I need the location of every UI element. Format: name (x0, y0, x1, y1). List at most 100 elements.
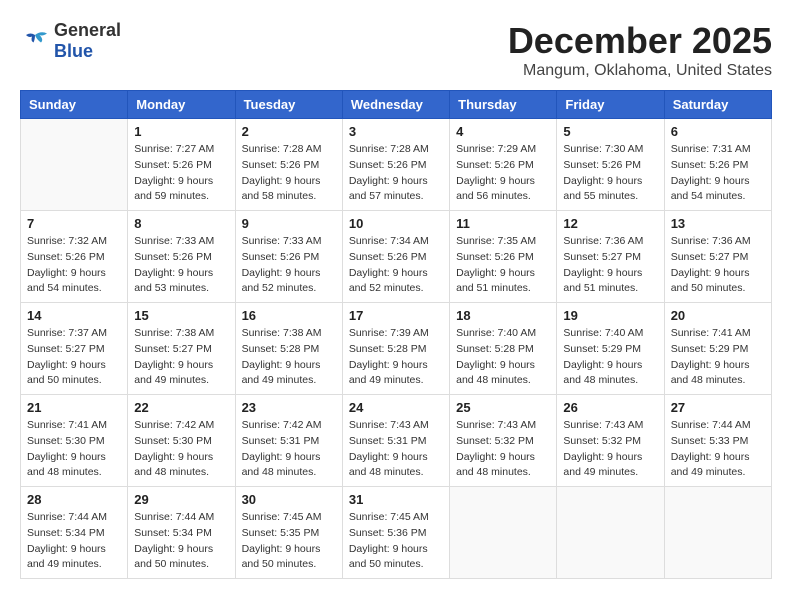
day-info: Sunrise: 7:38 AMSunset: 5:27 PMDaylight:… (134, 326, 228, 389)
calendar-cell: 30Sunrise: 7:45 AMSunset: 5:35 PMDayligh… (235, 487, 342, 579)
page-container: General Blue December 2025 Mangum, Oklah… (20, 20, 772, 579)
calendar-cell: 7 Sunrise: 7:32 AMSunset: 5:26 PMDaylight… (21, 211, 128, 303)
calendar-cell: 16 Sunrise: 7:38 AMSunset: 5:28 PMDayligh… (235, 303, 342, 395)
calendar-cell: 19Sunrise: 7:40 AMSunset: 5:29 PMDayligh… (557, 303, 664, 395)
calendar-cell: 4 Sunrise: 7:29 AMSunset: 5:26 PMDaylight… (450, 119, 557, 211)
calendar-cell (450, 487, 557, 579)
calendar-table: SundayMondayTuesdayWednesdayThursdayFrid… (20, 90, 772, 579)
day-number: 19 (563, 308, 657, 323)
logo-blue: Blue (54, 41, 93, 61)
logo-general: General (54, 20, 121, 40)
calendar-cell: 3Sunrise: 7:28 AMSunset: 5:26 PMDaylight… (342, 119, 449, 211)
day-number: 22 (134, 400, 228, 415)
day-number: 26 (563, 400, 657, 415)
calendar-cell: 9 Sunrise: 7:33 AMSunset: 5:26 PMDaylight… (235, 211, 342, 303)
calendar-cell: 28 Sunrise: 7:44 AMSunset: 5:34 PMDayligh… (21, 487, 128, 579)
header-cell-sunday: Sunday (21, 91, 128, 119)
day-number: 25 (456, 400, 550, 415)
week-row-1: 1 Sunrise: 7:27 AMSunset: 5:26 PMDaylight… (21, 119, 772, 211)
day-info: Sunrise: 7:32 AMSunset: 5:26 PMDaylight:… (27, 234, 121, 297)
day-info: Sunrise: 7:36 AMSunset: 5:27 PMDaylight:… (671, 234, 765, 297)
day-info: Sunrise: 7:39 AMSunset: 5:28 PMDaylight:… (349, 326, 443, 389)
day-info: Sunrise: 7:37 AMSunset: 5:27 PMDaylight:… (27, 326, 121, 389)
calendar-cell: 14 Sunrise: 7:37 AMSunset: 5:27 PMDayligh… (21, 303, 128, 395)
calendar-cell: 2Sunrise: 7:28 AMSunset: 5:26 PMDaylight… (235, 119, 342, 211)
week-row-2: 7 Sunrise: 7:32 AMSunset: 5:26 PMDaylight… (21, 211, 772, 303)
day-info: Sunrise: 7:30 AMSunset: 5:26 PMDaylight:… (563, 142, 657, 205)
day-number: 4 (456, 124, 550, 139)
logo: General Blue (20, 20, 121, 62)
day-number: 27 (671, 400, 765, 415)
calendar-cell: 29Sunrise: 7:44 AMSunset: 5:34 PMDayligh… (128, 487, 235, 579)
day-info: Sunrise: 7:44 AMSunset: 5:33 PMDaylight:… (671, 418, 765, 481)
day-info: Sunrise: 7:27 AMSunset: 5:26 PMDaylight:… (134, 142, 228, 205)
day-number: 16 (242, 308, 336, 323)
day-info: Sunrise: 7:44 AMSunset: 5:34 PMDaylight:… (134, 510, 228, 573)
calendar-cell: 20 Sunrise: 7:41 AMSunset: 5:29 PMDayligh… (664, 303, 771, 395)
day-number: 9 (242, 216, 336, 231)
calendar-cell: 8Sunrise: 7:33 AMSunset: 5:26 PMDaylight… (128, 211, 235, 303)
calendar-cell: 24 Sunrise: 7:43 AMSunset: 5:31 PMDayligh… (342, 395, 449, 487)
header-cell-friday: Friday (557, 91, 664, 119)
calendar-cell: 10 Sunrise: 7:34 AMSunset: 5:26 PMDayligh… (342, 211, 449, 303)
month-title: December 2025 (508, 20, 772, 62)
calendar-cell: 11Sunrise: 7:35 AMSunset: 5:26 PMDayligh… (450, 211, 557, 303)
day-info: Sunrise: 7:38 AMSunset: 5:28 PMDaylight:… (242, 326, 336, 389)
day-number: 1 (134, 124, 228, 139)
day-info: Sunrise: 7:34 AMSunset: 5:26 PMDaylight:… (349, 234, 443, 297)
day-number: 24 (349, 400, 443, 415)
calendar-cell: 21 Sunrise: 7:41 AMSunset: 5:30 PMDayligh… (21, 395, 128, 487)
calendar-cell: 1 Sunrise: 7:27 AMSunset: 5:26 PMDaylight… (128, 119, 235, 211)
day-number: 21 (27, 400, 121, 415)
week-row-5: 28 Sunrise: 7:44 AMSunset: 5:34 PMDayligh… (21, 487, 772, 579)
location-title: Mangum, Oklahoma, United States (508, 62, 772, 80)
day-number: 10 (349, 216, 443, 231)
calendar-cell: 12Sunrise: 7:36 AMSunset: 5:27 PMDayligh… (557, 211, 664, 303)
day-info: Sunrise: 7:43 AMSunset: 5:32 PMDaylight:… (456, 418, 550, 481)
day-info: Sunrise: 7:45 AMSunset: 5:36 PMDaylight:… (349, 510, 443, 573)
day-number: 8 (134, 216, 228, 231)
day-number: 12 (563, 216, 657, 231)
calendar-cell: 23Sunrise: 7:42 AMSunset: 5:31 PMDayligh… (235, 395, 342, 487)
day-info: Sunrise: 7:35 AMSunset: 5:26 PMDaylight:… (456, 234, 550, 297)
day-number: 6 (671, 124, 765, 139)
header-cell-thursday: Thursday (450, 91, 557, 119)
day-number: 20 (671, 308, 765, 323)
day-info: Sunrise: 7:29 AMSunset: 5:26 PMDaylight:… (456, 142, 550, 205)
calendar-cell: 6Sunrise: 7:31 AMSunset: 5:26 PMDaylight… (664, 119, 771, 211)
calendar-cell: 18Sunrise: 7:40 AMSunset: 5:28 PMDayligh… (450, 303, 557, 395)
calendar-cell: 22 Sunrise: 7:42 AMSunset: 5:30 PMDayligh… (128, 395, 235, 487)
calendar-cell: 26 Sunrise: 7:43 AMSunset: 5:32 PMDayligh… (557, 395, 664, 487)
calendar-cell: 17Sunrise: 7:39 AMSunset: 5:28 PMDayligh… (342, 303, 449, 395)
header-row: SundayMondayTuesdayWednesdayThursdayFrid… (21, 91, 772, 119)
day-info: Sunrise: 7:33 AMSunset: 5:26 PMDaylight:… (242, 234, 336, 297)
calendar-cell: 15 Sunrise: 7:38 AMSunset: 5:27 PMDayligh… (128, 303, 235, 395)
day-number: 5 (563, 124, 657, 139)
day-info: Sunrise: 7:41 AMSunset: 5:30 PMDaylight:… (27, 418, 121, 481)
calendar-cell: 25 Sunrise: 7:43 AMSunset: 5:32 PMDayligh… (450, 395, 557, 487)
logo-icon (20, 29, 50, 53)
header-cell-tuesday: Tuesday (235, 91, 342, 119)
day-number: 14 (27, 308, 121, 323)
day-info: Sunrise: 7:41 AMSunset: 5:29 PMDaylight:… (671, 326, 765, 389)
calendar-cell (664, 487, 771, 579)
day-number: 30 (242, 492, 336, 507)
calendar-cell: 27 Sunrise: 7:44 AMSunset: 5:33 PMDayligh… (664, 395, 771, 487)
day-number: 7 (27, 216, 121, 231)
header-cell-wednesday: Wednesday (342, 91, 449, 119)
day-number: 3 (349, 124, 443, 139)
title-section: December 2025 Mangum, Oklahoma, United S… (508, 20, 772, 80)
header: General Blue December 2025 Mangum, Oklah… (20, 20, 772, 80)
day-info: Sunrise: 7:44 AMSunset: 5:34 PMDaylight:… (27, 510, 121, 573)
day-number: 18 (456, 308, 550, 323)
day-number: 2 (242, 124, 336, 139)
calendar-cell: 5 Sunrise: 7:30 AMSunset: 5:26 PMDaylight… (557, 119, 664, 211)
day-info: Sunrise: 7:43 AMSunset: 5:32 PMDaylight:… (563, 418, 657, 481)
day-number: 13 (671, 216, 765, 231)
day-number: 15 (134, 308, 228, 323)
day-info: Sunrise: 7:43 AMSunset: 5:31 PMDaylight:… (349, 418, 443, 481)
week-row-4: 21 Sunrise: 7:41 AMSunset: 5:30 PMDayligh… (21, 395, 772, 487)
day-info: Sunrise: 7:42 AMSunset: 5:30 PMDaylight:… (134, 418, 228, 481)
day-number: 28 (27, 492, 121, 507)
header-cell-monday: Monday (128, 91, 235, 119)
